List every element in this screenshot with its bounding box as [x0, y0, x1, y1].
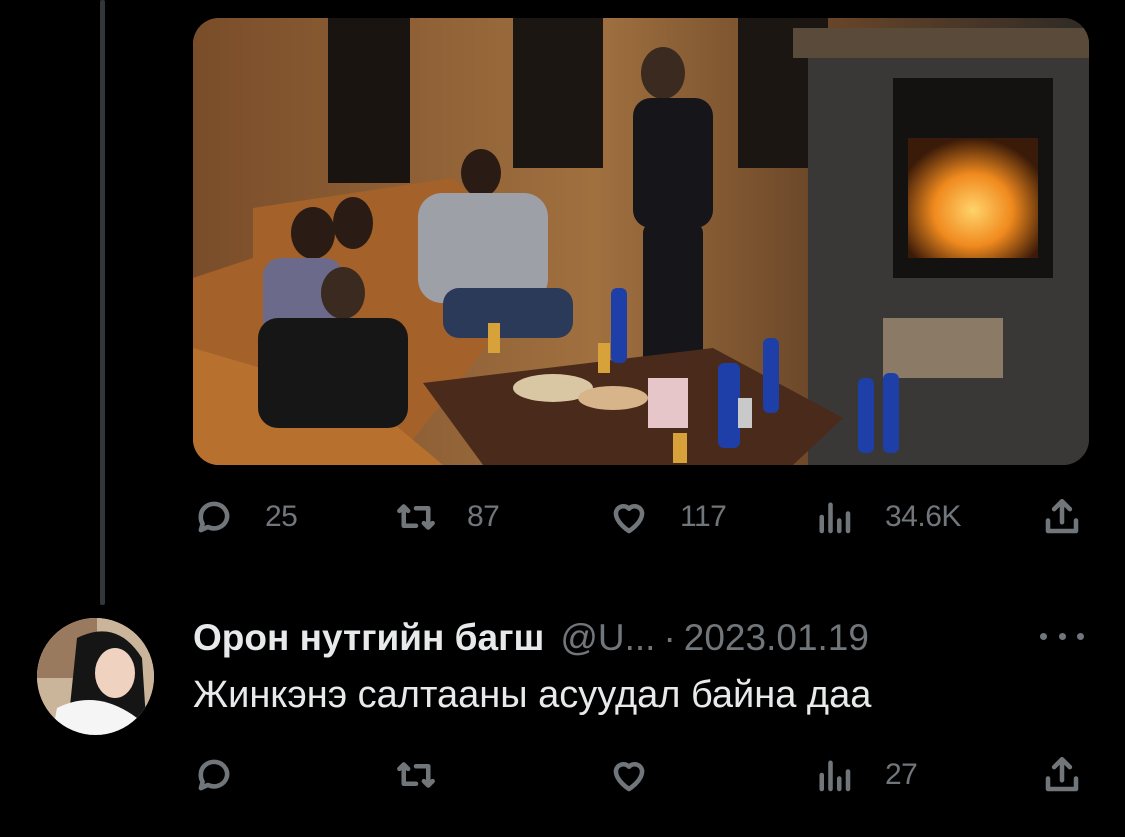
- main-tweet-action-bar: 25 87 117 34.6K: [193, 492, 1089, 542]
- like-button[interactable]: 117: [608, 492, 727, 542]
- retweet-button[interactable]: [395, 750, 467, 800]
- thread-connector-line: [100, 0, 105, 605]
- more-dot: [1058, 632, 1066, 640]
- author-name[interactable]: Орон нутгийн багш: [193, 617, 544, 659]
- share-button[interactable]: [1041, 750, 1083, 800]
- photo-content: [193, 18, 1089, 465]
- heart-icon: [613, 761, 645, 792]
- header-separator: ·: [663, 617, 676, 658]
- heart-icon: [613, 503, 645, 534]
- share-icon: [1045, 498, 1079, 534]
- view-count: 34.6K: [885, 500, 961, 533]
- reply-button[interactable]: 25: [193, 492, 298, 542]
- views-icon: [819, 502, 851, 534]
- view-count: 27: [885, 758, 918, 791]
- like-count: 117: [680, 500, 727, 533]
- tweet-date[interactable]: 2023.01.19: [684, 617, 869, 659]
- tweet-media-photo[interactable]: [193, 18, 1089, 465]
- author-handle[interactable]: @U...: [560, 617, 655, 659]
- views-button[interactable]: 27: [813, 750, 918, 800]
- reply-button[interactable]: [193, 750, 265, 800]
- like-button[interactable]: [608, 750, 680, 800]
- share-button[interactable]: [1041, 492, 1083, 542]
- reply-tweet-action-bar: 27: [193, 750, 1089, 800]
- avatar[interactable]: [37, 618, 154, 735]
- views-icon: [819, 760, 851, 792]
- more-dot: [1040, 632, 1047, 640]
- retweet-icon: [397, 504, 435, 530]
- retweet-button[interactable]: 87: [395, 492, 500, 542]
- views-button[interactable]: 34.6K: [813, 492, 961, 542]
- more-dot: [1077, 632, 1084, 640]
- reply-tweet-header: Орон нутгийн багш @U... · 2023.01.19: [193, 617, 869, 663]
- reply-tweet-text: Жинкэнэ салтааны асуудал байна даа: [193, 674, 872, 716]
- avatar-photo: [37, 618, 154, 735]
- reply-icon: [198, 501, 230, 533]
- reply-count: 25: [265, 500, 298, 533]
- share-icon: [1045, 756, 1079, 792]
- retweet-icon: [397, 762, 435, 788]
- retweet-count: 87: [467, 500, 500, 533]
- more-icon[interactable]: [1040, 622, 1084, 650]
- reply-icon: [198, 759, 230, 791]
